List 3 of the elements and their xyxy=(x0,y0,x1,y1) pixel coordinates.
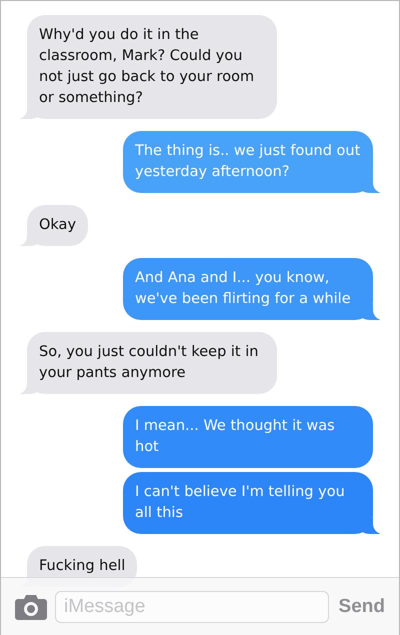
message-field[interactable]: iMessage xyxy=(55,590,329,622)
send-button[interactable]: Send xyxy=(336,596,387,618)
camera-icon[interactable] xyxy=(15,594,47,620)
